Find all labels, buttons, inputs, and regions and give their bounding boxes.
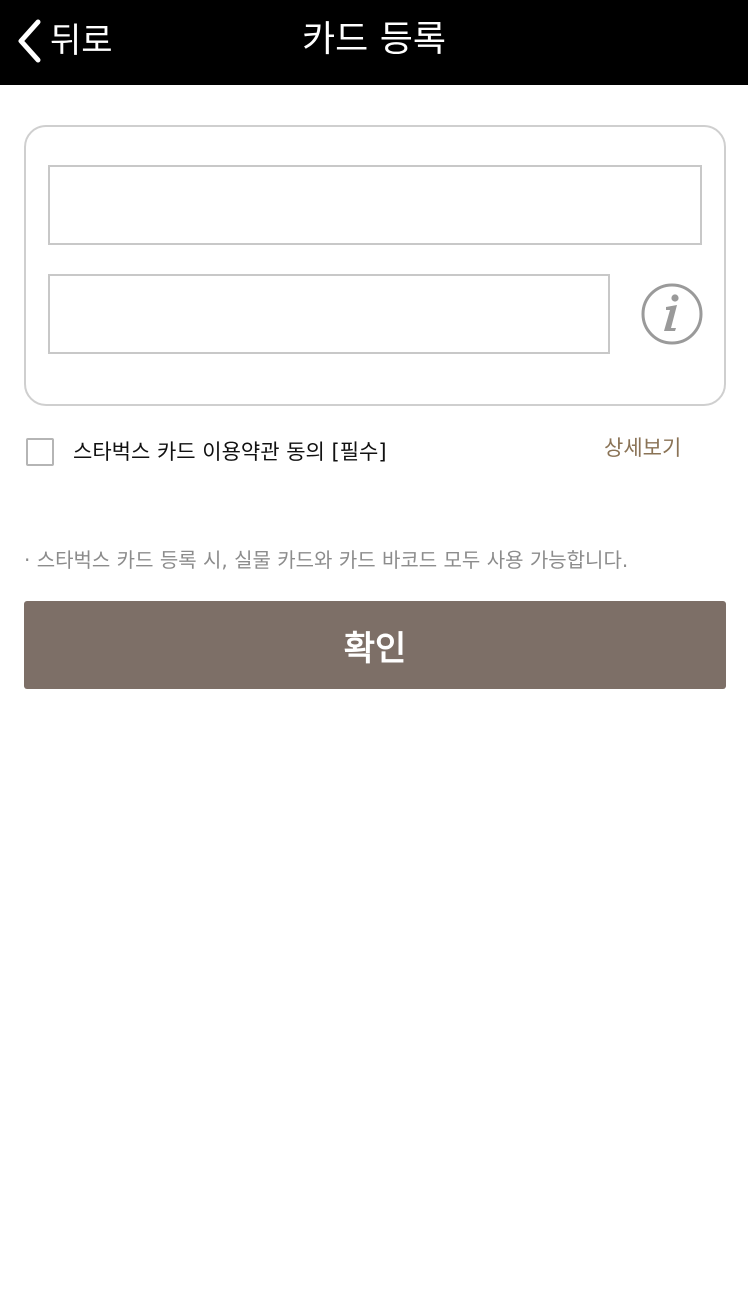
terms-agreement-row: 스타벅스 카드 이용약관 동의 [필수] 상세보기 xyxy=(26,436,726,468)
card-registration-form xyxy=(24,125,726,406)
terms-checkbox[interactable] xyxy=(26,438,54,466)
terms-detail-link[interactable]: 상세보기 xyxy=(604,432,681,464)
confirm-button[interactable]: 확인 xyxy=(24,601,726,689)
pin-input[interactable] xyxy=(48,274,610,354)
page-title: 카드 등록 xyxy=(302,19,446,60)
notice-text: · 스타벅스 카드 등록 시, 실물 카드와 카드 바코드 모두 사용 가능합니… xyxy=(24,548,629,572)
card-number-input[interactable] xyxy=(48,165,702,245)
top-bar: 뒤로 카드 등록 xyxy=(0,0,748,85)
info-icon xyxy=(641,283,703,349)
info-button[interactable] xyxy=(641,283,703,345)
terms-label: 스타벅스 카드 이용약관 동의 [필수] xyxy=(73,440,387,464)
